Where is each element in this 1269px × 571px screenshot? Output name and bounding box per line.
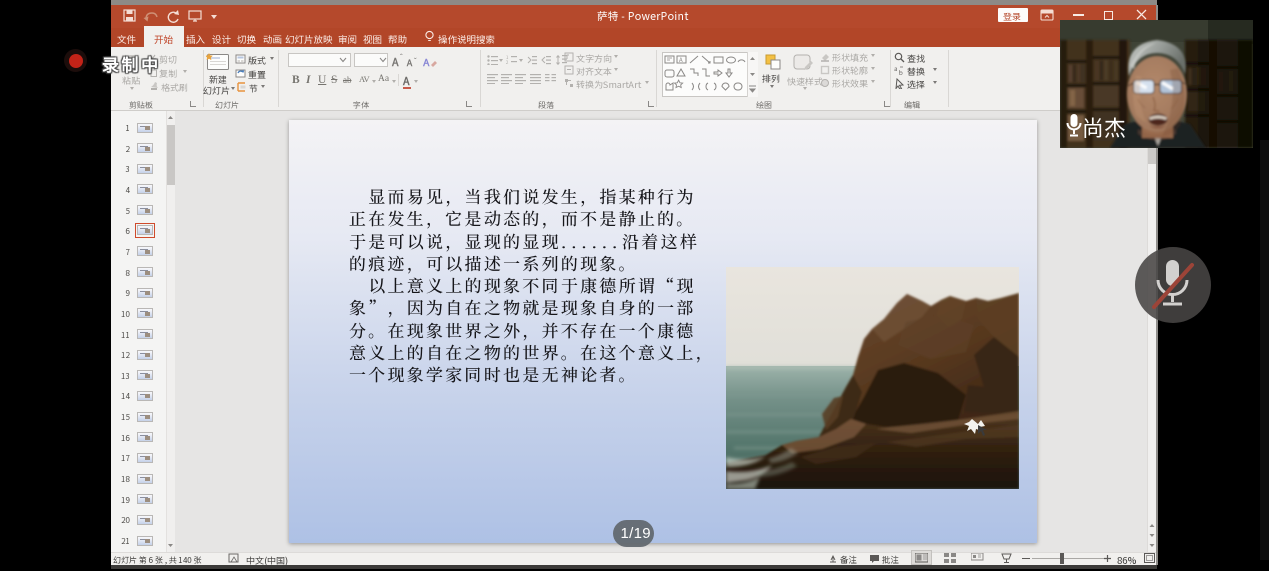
svg-text:2: 2 xyxy=(506,60,509,65)
svg-text:A: A xyxy=(679,55,683,64)
svg-text:a: a xyxy=(894,65,898,73)
